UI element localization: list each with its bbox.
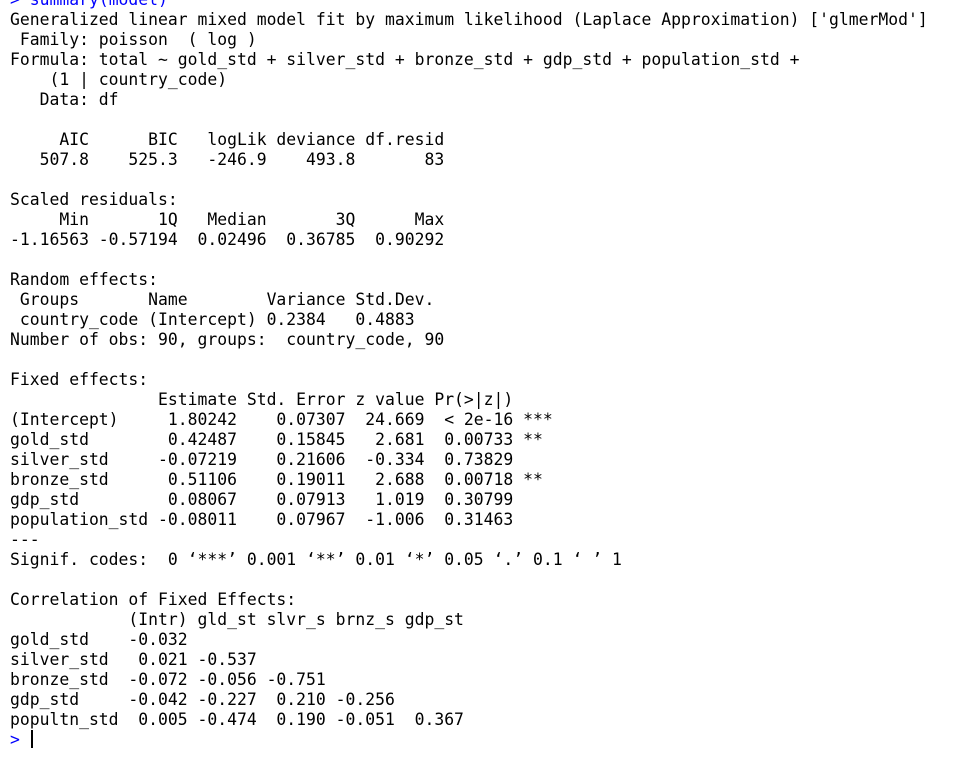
output-line: 507.8 525.3 -246.9 493.8 83 — [10, 150, 445, 169]
output-line: Data: df — [10, 90, 119, 109]
output-line: (Intercept) 1.80242 0.07307 24.669 < 2e-… — [10, 410, 553, 429]
output-line: Groups Name Variance Std.Dev. — [10, 290, 435, 309]
output-line: Scaled residuals: — [10, 190, 178, 209]
output-line: Random effects: — [10, 270, 159, 289]
output-line: gold_std -0.032 — [10, 630, 464, 649]
command-text: summary(model) — [30, 0, 168, 9]
output-line: -1.16563 -0.57194 0.02496 0.36785 0.9029… — [10, 230, 445, 249]
output-line: Number of obs: 90, groups: country_code,… — [10, 330, 445, 349]
output-line: Generalized linear mixed model fit by ma… — [10, 10, 928, 29]
output-line: Signif. codes: 0 ‘***’ 0.001 ‘**’ 0.01 ‘… — [10, 550, 622, 569]
output-line: bronze_std -0.072 -0.056 -0.751 — [10, 670, 464, 689]
console-output: Generalized linear mixed model fit by ma… — [10, 10, 971, 730]
output-line: popultn_std 0.005 -0.474 0.190 -0.051 0.… — [10, 710, 464, 729]
output-line: silver_std 0.021 -0.537 — [10, 650, 464, 669]
output-line: gdp_std -0.042 -0.227 0.210 -0.256 — [10, 690, 464, 709]
output-line: (1 | country_code) — [10, 70, 228, 89]
output-line: Fixed effects: — [10, 370, 149, 389]
output-line: Family: poisson ( log ) — [10, 30, 257, 49]
output-line: (Intr) gld_st slvr_s brnz_s gdp_st — [10, 610, 464, 629]
input-prompt: > — [10, 730, 30, 749]
output-line: AIC BIC logLik deviance df.resid — [10, 130, 445, 149]
output-line: Formula: total ~ gold_std + silver_std +… — [10, 50, 800, 69]
output-line: bronze_std 0.51106 0.19011 2.688 0.00718… — [10, 470, 553, 489]
r-console[interactable]: > summary(model) Generalized linear mixe… — [0, 0, 971, 758]
input-line[interactable]: > — [10, 730, 971, 750]
output-line: gold_std 0.42487 0.15845 2.681 0.00733 *… — [10, 430, 553, 449]
output-line: Min 1Q Median 3Q Max — [10, 210, 445, 229]
console-scrollbar[interactable] — [961, 0, 971, 758]
output-line: Estimate Std. Error z value Pr(>|z|) — [10, 390, 553, 409]
command-line: > summary(model) — [10, 0, 971, 10]
output-line: gdp_std 0.08067 0.07913 1.019 0.30799 — [10, 490, 553, 509]
output-line: Correlation of Fixed Effects: — [10, 590, 297, 609]
command-prompt: > — [10, 0, 30, 9]
output-line: silver_std -0.07219 0.21606 -0.334 0.738… — [10, 450, 553, 469]
text-cursor — [30, 730, 33, 748]
output-line: --- — [10, 530, 40, 549]
output-line: population_std -0.08011 0.07967 -1.006 0… — [10, 510, 553, 529]
output-line: country_code (Intercept) 0.2384 0.4883 — [10, 310, 435, 329]
